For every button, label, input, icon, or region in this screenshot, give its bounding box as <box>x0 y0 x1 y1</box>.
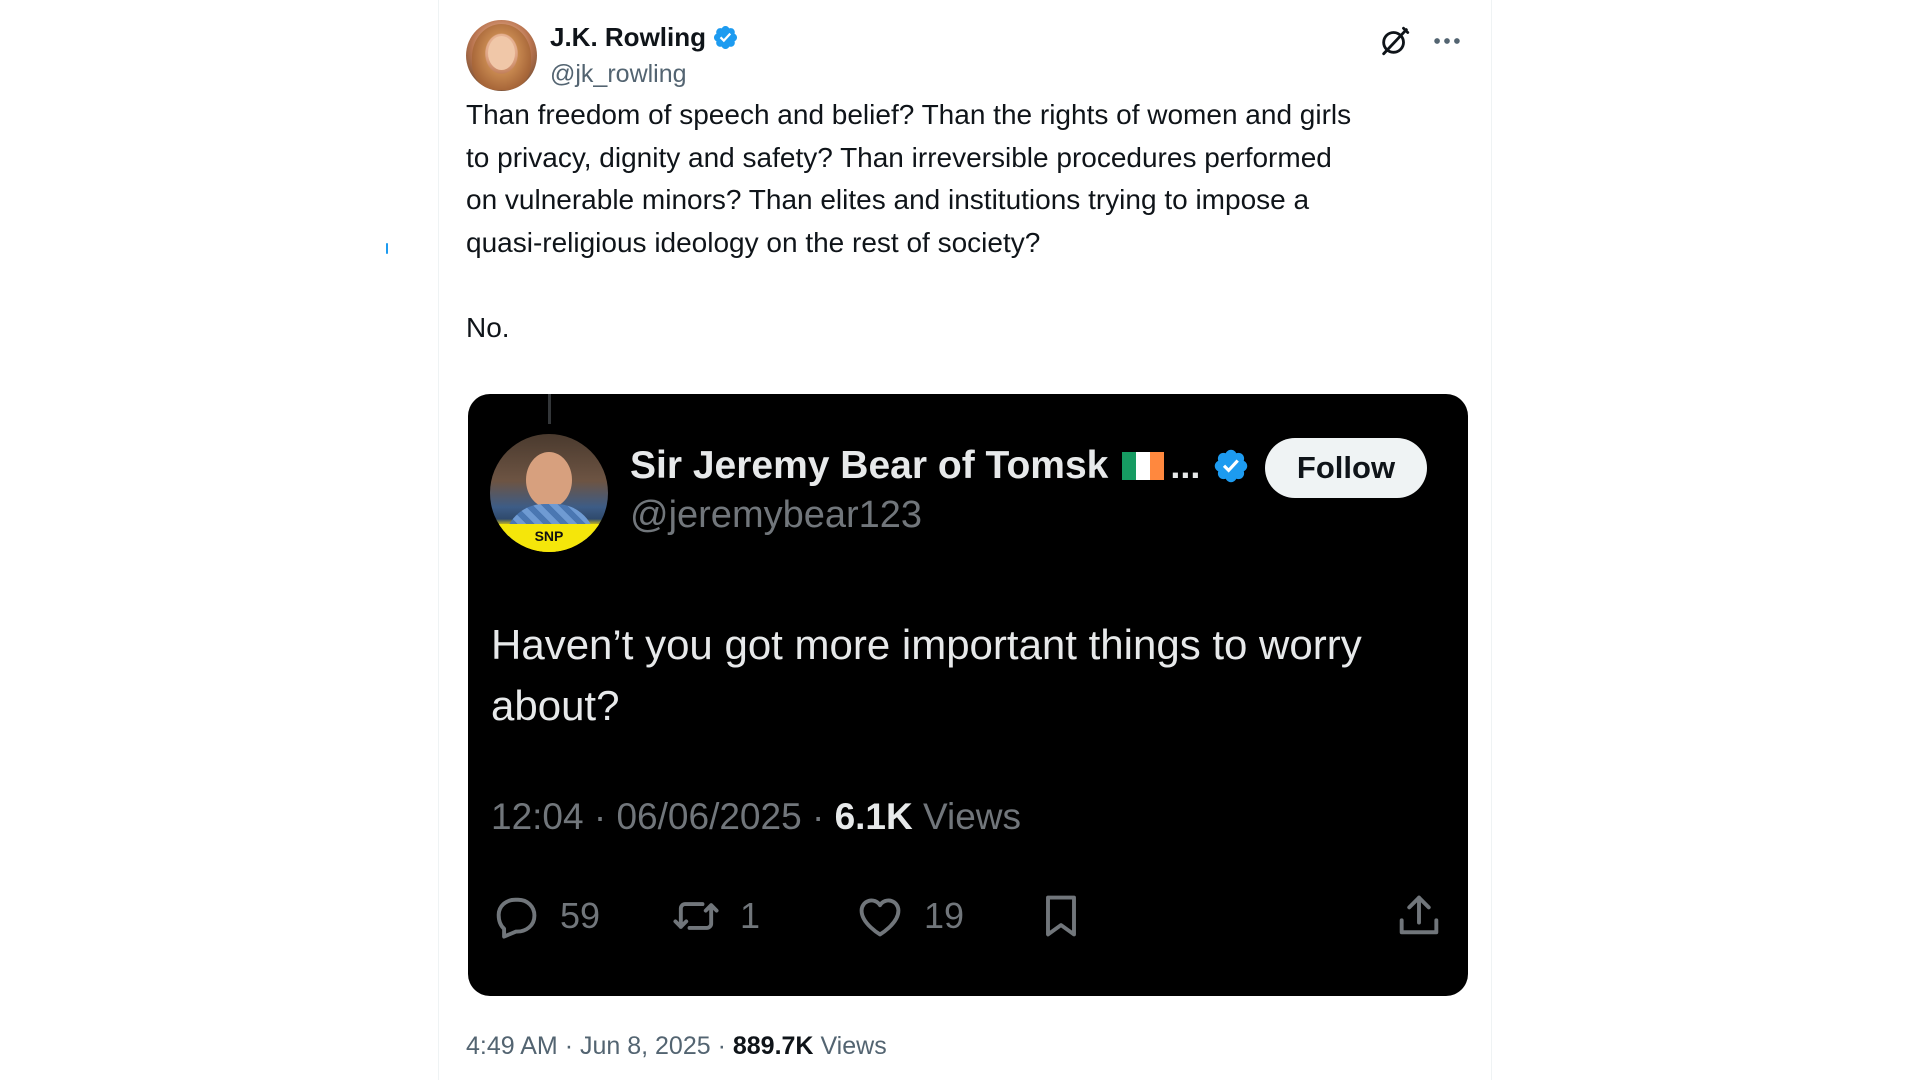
quoted-display-name: Sir Jeremy Bear of Tomsk <box>630 444 1109 487</box>
heart-icon <box>859 898 901 937</box>
ireland-flag-icon <box>1122 452 1165 480</box>
quoted-reply-count: 59 <box>560 895 601 936</box>
quoted-like-count: 19 <box>924 895 965 936</box>
quoted-views-count: 6.1K <box>834 796 913 837</box>
quoted-separator: · <box>811 796 825 837</box>
quoted-bookmark-action <box>1035 886 1087 946</box>
quoted-date: 06/06/2025 <box>616 796 802 837</box>
tweet[interactable]: J.K. Rowling @jk_rowling Than freedom of… <box>466 20 1470 1060</box>
repost-icon <box>673 902 719 930</box>
quoted-follow-button: Follow <box>1265 438 1427 498</box>
quoted-like-action: 19 <box>854 886 964 946</box>
quoted-name-row: Sir Jeremy Bear of Tomsk ... <box>630 444 1250 488</box>
author-handle[interactable]: @jk_rowling <box>550 60 687 89</box>
quoted-time: 12:04 <box>491 796 584 837</box>
flag-stripe-green <box>1122 452 1137 480</box>
tweet-views-count[interactable]: 889.7K <box>733 1032 814 1060</box>
bookmark-icon <box>1046 895 1076 937</box>
verified-badge-icon[interactable] <box>712 24 739 51</box>
tweet-views-label[interactable]: Views <box>820 1032 886 1060</box>
flag-stripe-orange <box>1150 452 1165 480</box>
quoted-avatar-badge: SNP <box>490 524 608 552</box>
quoted-reply-action: 59 <box>490 886 600 946</box>
quoted-repost-action: 1 <box>670 886 760 946</box>
avatar-face <box>488 36 515 70</box>
tweet-date[interactable]: Jun 8, 2025 <box>580 1032 711 1060</box>
author-avatar[interactable] <box>466 20 537 91</box>
quoted-tweet-text: Haven’t you got more important things to… <box>491 621 1362 729</box>
tweet-timestamp-row: 4:49 AM · Jun 8, 2025 · 889.7K Views <box>466 1032 887 1061</box>
page: J.K. Rowling @jk_rowling Than freedom of… <box>0 0 1920 1080</box>
more-icon[interactable] <box>1430 24 1464 58</box>
quoted-repost-count: 1 <box>740 895 761 936</box>
grok-icon[interactable] <box>1378 24 1412 58</box>
quoted-name-ellipsis: ... <box>1170 445 1201 486</box>
timeline-column: J.K. Rowling @jk_rowling Than freedom of… <box>438 0 1492 1080</box>
thread-line <box>548 394 551 424</box>
tweet-header: J.K. Rowling @jk_rowling <box>466 20 1470 94</box>
quoted-avatar-face <box>526 452 572 508</box>
quoted-handle: @jeremybear123 <box>630 494 923 536</box>
quoted-verified-badge-icon <box>1215 449 1248 483</box>
share-icon <box>1399 895 1439 935</box>
timestamp-separator: · <box>717 1032 726 1060</box>
quoted-tweet-screenshot[interactable]: SNP Sir Jeremy Bear of Tomsk ... @jeremy… <box>468 394 1468 996</box>
quoted-meta: 12:04 · 06/06/2025 · 6.1K Views <box>491 796 1021 838</box>
tweet-text: Than freedom of speech and belief? Than … <box>466 99 1352 343</box>
scroll-indicator <box>386 243 388 254</box>
author-name-row: J.K. Rowling <box>550 22 739 53</box>
quoted-share-action <box>1393 886 1445 946</box>
reply-icon <box>496 897 537 939</box>
flag-stripe-white <box>1136 452 1151 480</box>
tweet-time[interactable]: 4:49 AM <box>466 1032 558 1060</box>
quoted-action-bar: 59 1 19 <box>490 886 1445 946</box>
quoted-views-label: Views <box>923 796 1022 837</box>
quoted-separator: · <box>593 796 607 837</box>
quoted-avatar: SNP <box>490 434 608 552</box>
author-display-name[interactable]: J.K. Rowling <box>550 22 706 53</box>
timestamp-separator: · <box>564 1032 574 1060</box>
